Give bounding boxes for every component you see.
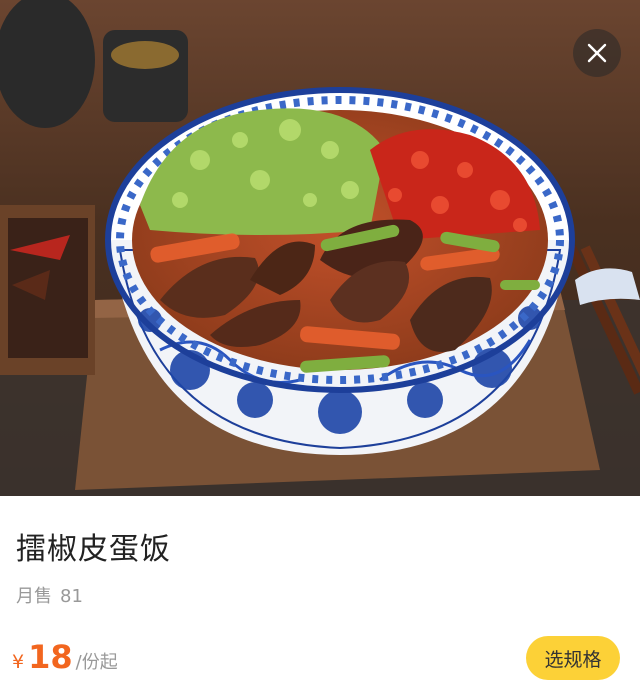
sales-label: 月售 (16, 586, 52, 607)
price-unit: /份起 (75, 652, 118, 673)
currency-symbol: ¥ (12, 651, 25, 673)
select-spec-button[interactable]: 选规格 (526, 636, 620, 680)
price: ¥ 18 /份起 (12, 638, 118, 676)
monthly-sales: 月售 81 (16, 582, 83, 608)
close-icon (587, 43, 607, 63)
product-name: 擂椒皮蛋饭 (16, 532, 171, 567)
product-image (0, 0, 640, 496)
price-value: 18 (28, 638, 73, 676)
dish-photo (0, 0, 640, 496)
close-button[interactable] (573, 29, 621, 77)
sales-count: 81 (60, 586, 83, 607)
